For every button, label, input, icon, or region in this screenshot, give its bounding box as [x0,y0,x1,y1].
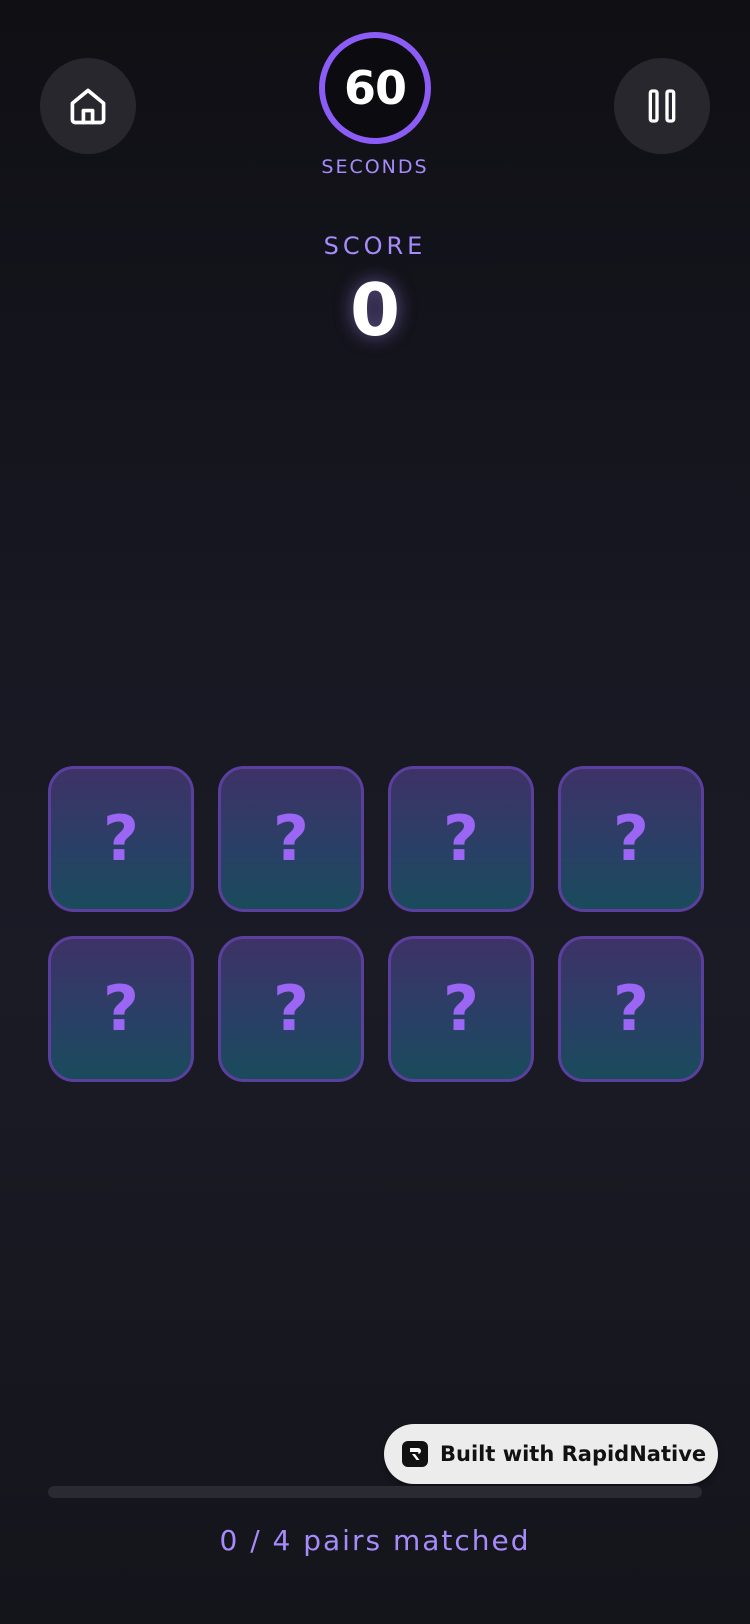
card-face: ? [273,802,309,875]
pause-icon [642,86,682,126]
score-value: 0 [349,268,401,352]
score-label: SCORE [323,232,427,260]
card-face: ? [103,802,139,875]
memory-card[interactable]: ? [218,766,364,912]
badge-text: Built with RapidNative [440,1442,707,1466]
home-button[interactable] [40,58,136,154]
rapidnative-logo-icon [402,1441,428,1467]
built-with-badge[interactable]: Built with RapidNative [384,1424,718,1484]
memory-card[interactable]: ? [558,936,704,1082]
progress-text: 0 / 4 pairs matched [219,1524,531,1557]
card-grid: ? ? ? ? ? ? ? ? [48,766,704,1082]
card-face: ? [443,972,479,1045]
timer-label: SECONDS [321,156,429,178]
card-face: ? [443,802,479,875]
countdown-timer: 60 [319,32,431,144]
memory-card[interactable]: ? [218,936,364,1082]
card-face: ? [613,802,649,875]
pause-button[interactable] [614,58,710,154]
timer-value: 60 [343,61,407,115]
card-face: ? [613,972,649,1045]
memory-card[interactable]: ? [388,936,534,1082]
memory-card[interactable]: ? [48,766,194,912]
card-face: ? [103,972,139,1045]
home-icon [66,84,110,128]
memory-card[interactable]: ? [388,766,534,912]
progress-bar [48,1486,702,1498]
memory-card[interactable]: ? [48,936,194,1082]
memory-card[interactable]: ? [558,766,704,912]
card-face: ? [273,972,309,1045]
